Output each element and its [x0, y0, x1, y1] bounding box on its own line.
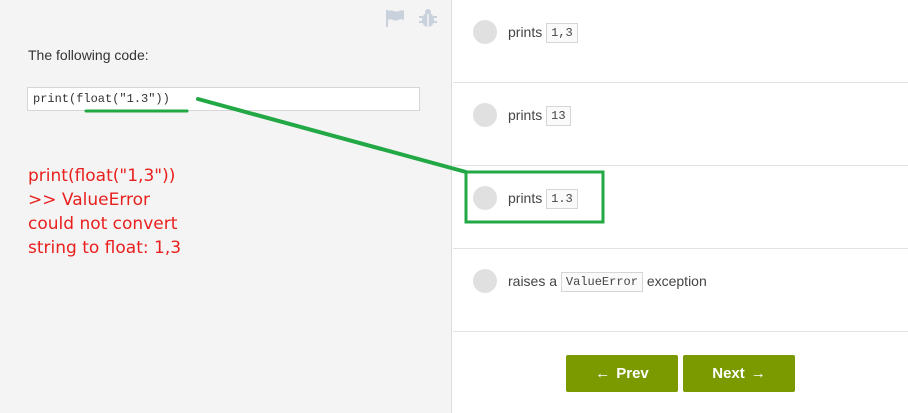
annotation-note: print(float("1,3")) >> ValueError could … — [28, 166, 182, 258]
answer-option[interactable]: prints 13 — [453, 83, 908, 166]
option-code: ValueError — [560, 272, 643, 293]
code-snippet: print(float("1.3")) — [27, 87, 420, 111]
bug-icon[interactable] — [417, 8, 439, 28]
next-button[interactable]: Next → — [683, 355, 795, 392]
flag-icon[interactable] — [384, 8, 406, 28]
option-suffix: exception — [646, 273, 707, 289]
question-prompt: The following code: — [28, 47, 149, 63]
option-label: prints 13 — [508, 104, 571, 127]
radio-button[interactable] — [473, 269, 497, 293]
option-code: 1,3 — [546, 23, 578, 44]
option-label: prints 1.3 — [508, 187, 578, 210]
prev-label: Prev — [616, 365, 649, 382]
radio-button[interactable] — [473, 186, 497, 210]
answer-panel: prints 1,3 prints 13 prints 1.3 raises a… — [453, 0, 908, 413]
radio-button[interactable] — [473, 20, 497, 44]
option-prefix: prints — [508, 190, 543, 206]
prev-button[interactable]: ← Prev — [566, 355, 678, 392]
option-label: prints 1,3 — [508, 21, 578, 44]
option-code: 1.3 — [546, 189, 578, 210]
arrow-left-icon: ← — [595, 365, 611, 382]
option-code: 13 — [546, 106, 571, 127]
option-label: raises a ValueError exception — [508, 270, 707, 293]
option-prefix: prints — [508, 107, 543, 123]
option-prefix: raises a — [508, 273, 558, 289]
answer-option[interactable]: prints 1.3 — [453, 166, 908, 249]
radio-button[interactable] — [473, 103, 497, 127]
next-label: Next — [712, 365, 745, 382]
question-panel: The following code: print(float("1.3")) … — [0, 0, 452, 413]
arrow-right-icon: → — [750, 365, 766, 382]
answer-option[interactable]: prints 1,3 — [453, 0, 908, 83]
option-prefix: prints — [508, 24, 543, 40]
answer-option[interactable]: raises a ValueError exception — [453, 249, 908, 332]
